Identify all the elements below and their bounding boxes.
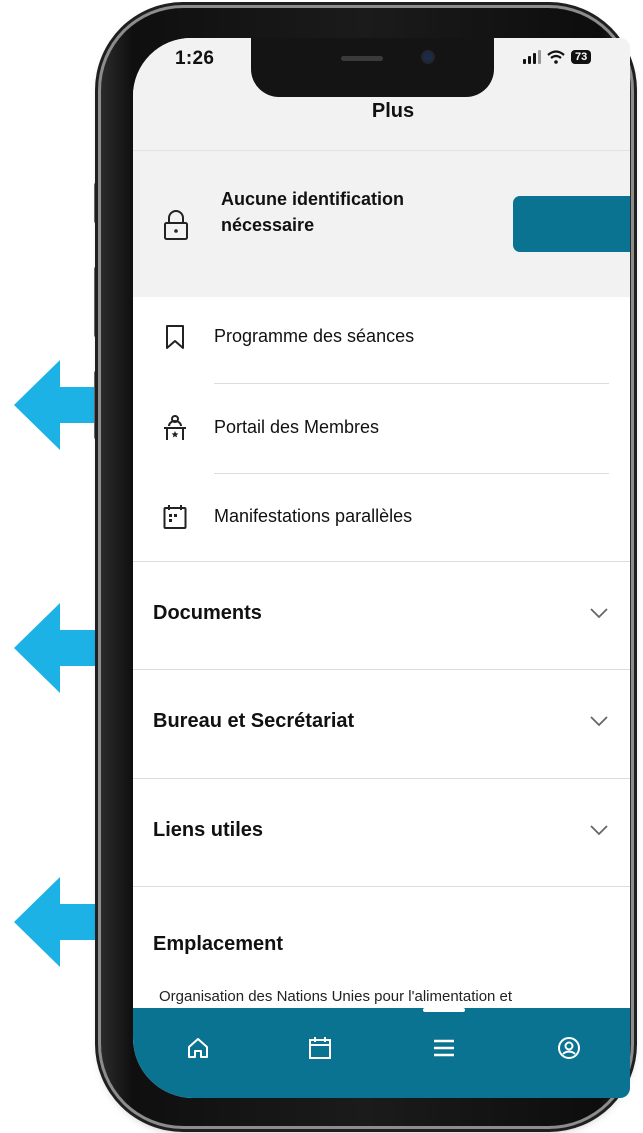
arrow-left-icon [14, 360, 102, 450]
location-text: Organisation des Nations Unies pour l'al… [159, 988, 513, 1005]
left-arrow-1 [14, 360, 102, 450]
chevron-down-icon [590, 608, 608, 619]
accordion-label: Bureau et Secrétariat [153, 710, 355, 732]
tab-home[interactable] [178, 1028, 218, 1068]
menu-item-manifestations[interactable]: Manifestations parallèles [133, 476, 630, 564]
divider [214, 383, 609, 384]
member-desk-icon [164, 415, 186, 440]
status-icons: 73 [523, 50, 592, 64]
menu-item-label: Manifestations parallèles [214, 506, 413, 526]
wifi-icon [547, 50, 565, 64]
calendar-event-icon [163, 505, 187, 529]
location-title: Emplacement [153, 933, 284, 955]
identification-text: Aucune identification nécessaire [221, 189, 405, 236]
left-arrow-2 [14, 603, 102, 693]
chevron-down-icon [590, 716, 608, 727]
calendar-icon [309, 1037, 331, 1059]
accordion-label: Liens utiles [153, 819, 264, 841]
identification-panel: Aucune identification nécessaire [133, 150, 630, 297]
tab-bar [133, 1008, 630, 1098]
tab-calendar[interactable] [300, 1028, 340, 1068]
home-icon [188, 1038, 208, 1058]
battery-indicator: 73 [571, 50, 592, 64]
profile-icon [558, 1037, 580, 1059]
arrow-left-icon [14, 877, 102, 967]
accordion-documents[interactable]: Documents [133, 562, 630, 670]
accordion-label: Documents [153, 602, 262, 624]
active-tab-indicator [423, 1008, 465, 1012]
status-time: 1:26 [175, 48, 215, 69]
menu-item-label: Programme des séances [214, 326, 415, 346]
tab-profile[interactable] [549, 1028, 589, 1068]
menu-item-portail[interactable]: Portail des Membres [133, 387, 630, 475]
chevron-down-icon [590, 825, 608, 836]
accordion-bureau[interactable]: Bureau et Secrétariat [133, 670, 630, 778]
signal-icon [523, 50, 541, 64]
menu-item-programme[interactable]: Programme des séances [133, 296, 630, 384]
login-button[interactable] [513, 196, 630, 252]
notch [251, 38, 494, 97]
divider [133, 886, 630, 887]
phone-screen: 1:26 73 Plus Aucune identification néces… [133, 38, 630, 1098]
left-arrow-3 [14, 877, 102, 967]
lock-icon [164, 210, 188, 240]
bookmark-icon [166, 325, 184, 349]
menu-icon [434, 1039, 454, 1057]
tab-menu[interactable] [424, 1028, 464, 1068]
page-title: Plus [371, 100, 415, 122]
accordion-liens[interactable]: Liens utiles [133, 779, 630, 887]
divider [214, 473, 609, 474]
arrow-left-icon [14, 603, 102, 693]
menu-item-label: Portail des Membres [214, 417, 380, 437]
